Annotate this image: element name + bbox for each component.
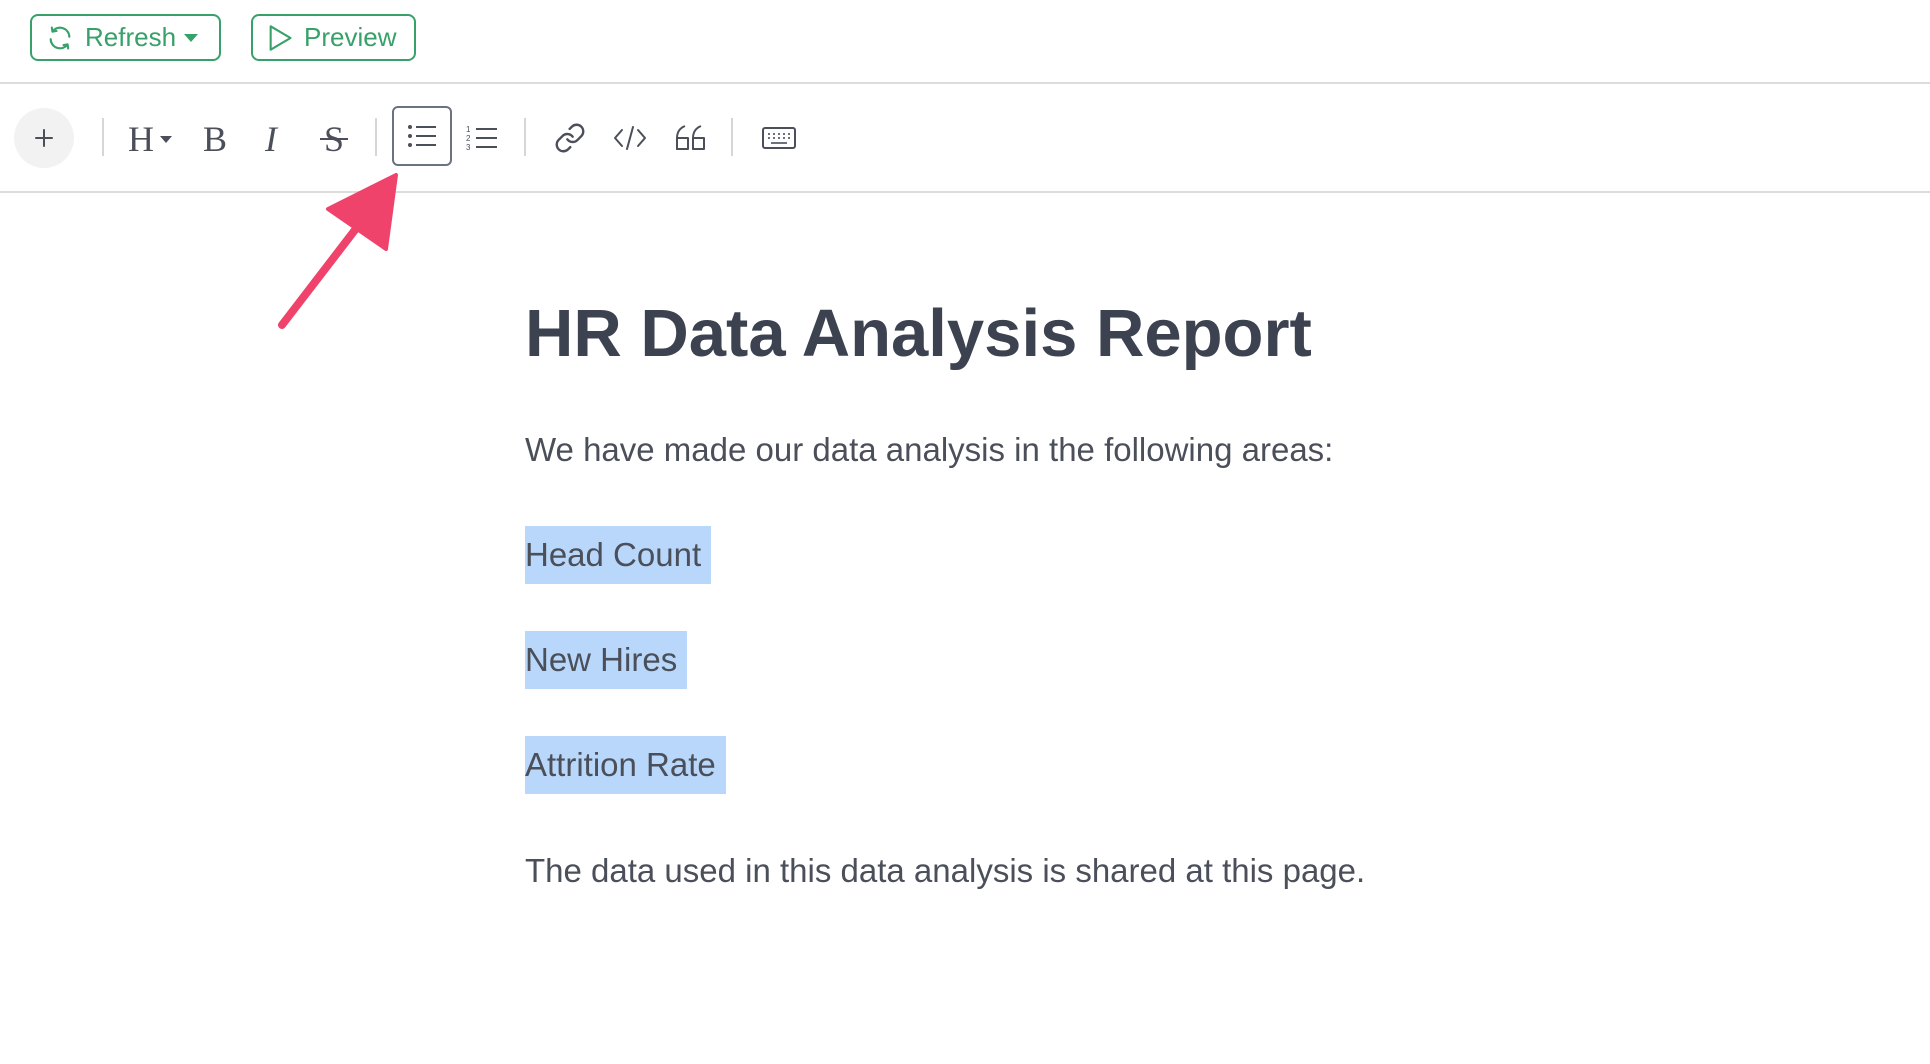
heading-icon: H xyxy=(126,118,174,158)
keyboard-shortcuts-button[interactable] xyxy=(754,114,804,162)
play-icon xyxy=(267,24,293,52)
intro-paragraph: We have made our data analysis in the fo… xyxy=(525,431,1334,468)
svg-text:H: H xyxy=(128,119,154,158)
toolbar-divider xyxy=(102,118,104,156)
link-icon xyxy=(554,122,586,154)
bulleted-list-button[interactable] xyxy=(392,106,452,166)
italic-button[interactable]: I xyxy=(256,114,294,162)
toolbar-divider xyxy=(524,118,526,156)
italic-icon: I xyxy=(260,118,290,158)
svg-text:2: 2 xyxy=(466,134,471,143)
code-icon xyxy=(612,123,648,153)
top-bar: Refresh Preview xyxy=(0,0,1930,84)
toolbar-divider xyxy=(375,118,377,156)
add-block-button[interactable] xyxy=(14,108,74,168)
toolbar-divider xyxy=(731,118,733,156)
svg-text:I: I xyxy=(264,119,279,158)
quote-button[interactable] xyxy=(668,114,712,162)
refresh-button[interactable]: Refresh xyxy=(30,14,221,61)
svg-text:B: B xyxy=(203,119,227,158)
svg-text:3: 3 xyxy=(466,143,471,152)
heading-button[interactable]: H xyxy=(124,114,176,162)
refresh-icon xyxy=(46,24,74,52)
numbered-list-button[interactable]: 1 2 3 xyxy=(460,114,504,162)
plus-icon xyxy=(33,127,55,149)
numbered-list-icon: 1 2 3 xyxy=(466,124,498,152)
bold-button[interactable]: B xyxy=(196,114,234,162)
link-button[interactable] xyxy=(548,114,592,162)
strikethrough-button[interactable]: S xyxy=(314,114,354,162)
selected-text-line: Attrition Rate xyxy=(525,736,726,794)
svg-text:1: 1 xyxy=(466,125,471,134)
strikethrough-icon: S xyxy=(317,118,351,158)
chevron-down-icon xyxy=(184,33,199,43)
code-button[interactable] xyxy=(608,114,652,162)
quote-icon xyxy=(673,123,707,153)
bold-icon: B xyxy=(200,118,230,158)
document-title: HR Data Analysis Report xyxy=(525,296,1312,371)
refresh-label: Refresh xyxy=(85,22,177,52)
bullet-list-icon xyxy=(407,123,437,149)
selected-text-line: Head Count xyxy=(525,526,712,584)
preview-label: Preview xyxy=(304,22,397,52)
annotation-arrow-icon xyxy=(270,165,410,335)
preview-button[interactable]: Preview xyxy=(251,14,416,61)
outro-paragraph: The data used in this data analysis is s… xyxy=(525,852,1366,889)
keyboard-icon xyxy=(762,127,796,149)
selected-text-line: New Hires xyxy=(525,631,688,689)
